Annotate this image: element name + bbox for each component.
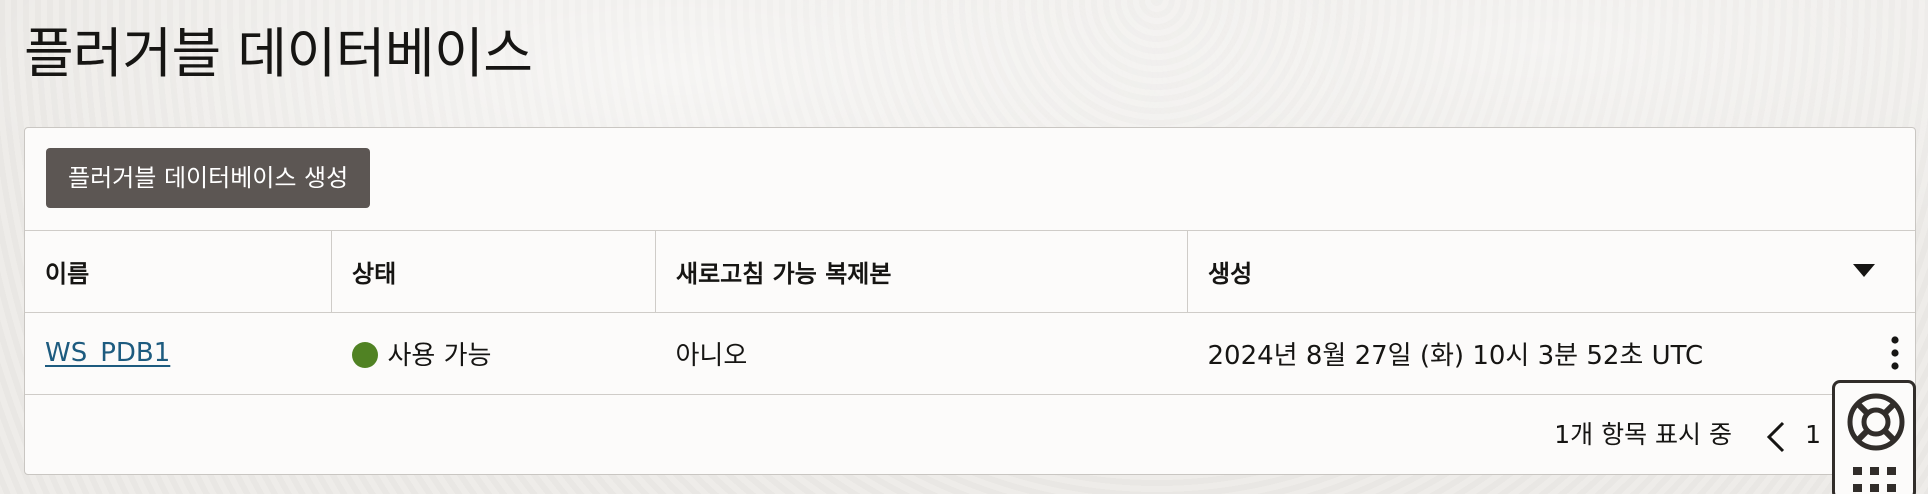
column-header-refreshable-clone[interactable]: 새로고침 가능 복제본 [655,231,1188,312]
cell-created: 2024년 8월 27일 (화) 10시 3분 52초 UTC [1188,312,1916,394]
cell-name: WS_PDB1 [25,312,332,394]
create-pdb-button[interactable]: 플러거블 데이터베이스 생성 [46,148,371,208]
status-text: 사용 가능 [387,340,492,371]
column-header-status[interactable]: 상태 [331,231,656,312]
created-text: 2024년 8월 27일 (화) 10시 3분 52초 UTC [1207,340,1704,371]
page-number: 1 [1805,419,1821,449]
column-header-created[interactable]: 생성 [1188,231,1916,312]
lifebuoy-icon[interactable] [1846,392,1906,452]
pagination-footer: 1개 항목 표시 중 1 [25,395,1915,475]
pdb-table: 이름 상태 새로고침 가능 복제본 생성 WS_PDB1 사용 가능 아니오 2… [25,231,1915,395]
item-count-text: 1개 항목 표시 중 [1554,419,1732,449]
status-indicator-icon [351,341,378,368]
table-header-row: 이름 상태 새로고침 가능 복제본 생성 [25,231,1915,312]
toolbar: 플러거블 데이터베이스 생성 [25,128,1915,231]
column-header-name[interactable]: 이름 [25,231,332,312]
table-row: WS_PDB1 사용 가능 아니오 2024년 8월 27일 (화) 10시 3… [25,312,1915,394]
app-grid-icon[interactable] [1853,467,1897,494]
page-title: 플러거블 데이터베이스 [24,22,533,85]
column-header-created-label: 생성 [1208,259,1253,288]
cell-refreshable-clone: 아니오 [675,340,748,371]
pdb-name-link[interactable]: WS_PDB1 [45,338,170,368]
pdb-panel: 플러거블 데이터베이스 생성 이름 상태 새로고침 가능 복제본 생성 WS_P… [24,127,1916,475]
cell-status: 사용 가능 [332,312,656,394]
help-widget[interactable] [1832,380,1916,494]
chevron-left-icon[interactable] [1766,421,1786,453]
kebab-menu-icon[interactable] [1889,336,1901,370]
caret-down-icon[interactable] [1853,264,1875,278]
